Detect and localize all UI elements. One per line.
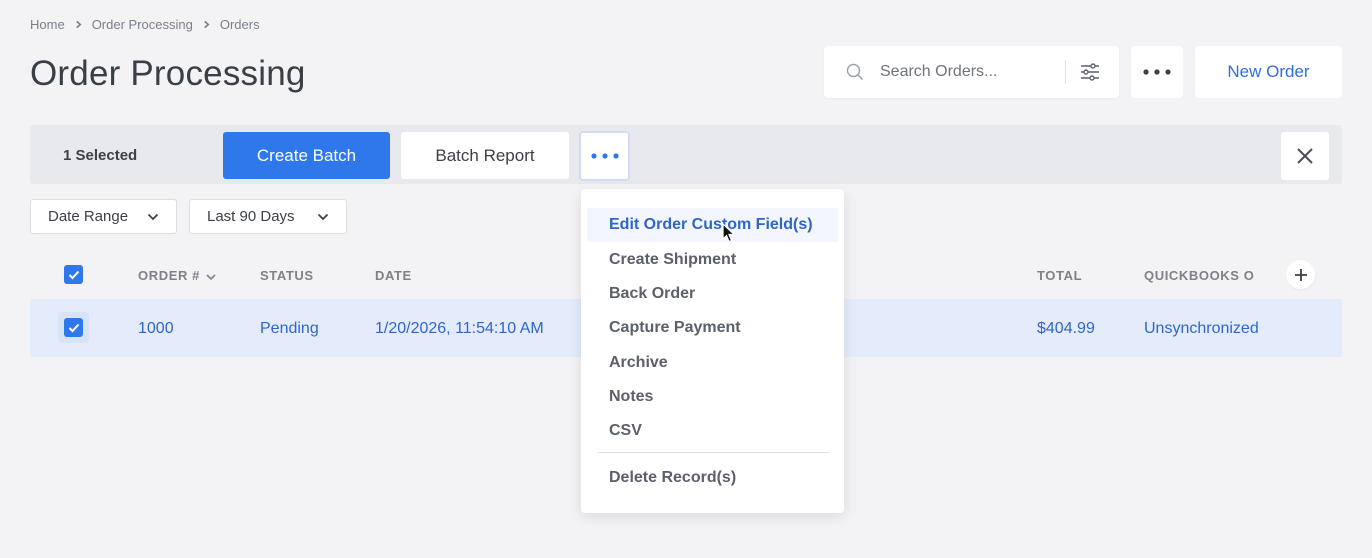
menu-item-edit-custom-fields[interactable]: Edit Order Custom Field(s) [609, 216, 813, 234]
order-date: 1/20/2026, 11:54:10 AM [375, 320, 544, 337]
plus-icon [1294, 268, 1307, 281]
create-batch-button[interactable]: Create Batch [223, 132, 390, 179]
chevron-down-icon [206, 273, 216, 280]
selection-more-button[interactable] [579, 131, 630, 181]
add-column-button[interactable] [1286, 260, 1315, 289]
column-header-status[interactable]: STATUS [260, 268, 314, 283]
check-icon [68, 323, 79, 332]
menu-item-archive[interactable]: Archive [609, 354, 668, 372]
menu-item-notes[interactable]: Notes [609, 388, 653, 406]
new-order-button[interactable]: New Order [1195, 46, 1342, 98]
clear-selection-button[interactable] [1281, 132, 1329, 180]
breadcrumb-orders[interactable]: Orders [220, 17, 260, 32]
selection-bar: 1 Selected Create Batch Batch Report [30, 125, 1342, 184]
more-actions-button[interactable] [1131, 46, 1183, 98]
search-input[interactable] [880, 60, 1060, 84]
column-header-quickbooks[interactable]: QUICKBOOKS O [1144, 268, 1254, 283]
page-title: Order Processing [30, 54, 306, 93]
date-range-label: Date Range [48, 208, 129, 225]
breadcrumb-home[interactable]: Home [30, 17, 65, 32]
period-label: Last 90 Days [207, 208, 295, 225]
search-divider [1065, 60, 1066, 84]
column-header-date[interactable]: DATE [375, 268, 412, 283]
mouse-cursor-icon [722, 223, 736, 243]
check-icon [68, 270, 79, 279]
menu-item-create-shipment[interactable]: Create Shipment [609, 251, 736, 269]
chevron-right-icon [202, 20, 211, 29]
chevron-right-icon [74, 20, 83, 29]
row-checkbox[interactable] [64, 318, 83, 337]
breadcrumb-order-processing[interactable]: Order Processing [92, 17, 193, 32]
order-number-link[interactable]: 1000 [138, 320, 174, 338]
filter-settings-button[interactable] [1076, 58, 1104, 86]
menu-divider [598, 452, 829, 453]
chevron-down-icon [317, 213, 329, 221]
search-box [824, 46, 1119, 98]
menu-item-delete-records[interactable]: Delete Record(s) [609, 469, 736, 487]
column-header-order-label: ORDER # [138, 268, 200, 283]
order-total: $404.99 [1037, 320, 1095, 337]
more-horizontal-icon [590, 153, 619, 159]
select-all-checkbox[interactable] [64, 265, 83, 284]
date-range-dropdown[interactable]: Date Range [30, 199, 177, 234]
menu-item-csv[interactable]: CSV [609, 422, 642, 440]
column-header-total[interactable]: TOTAL [1037, 268, 1082, 283]
batch-actions-menu: Edit Order Custom Field(s) Create Shipme… [581, 189, 844, 513]
order-processing-page: Home Order Processing Orders Order Proce… [0, 0, 1372, 558]
chevron-down-icon [147, 213, 159, 221]
selected-count: 1 Selected [63, 147, 138, 164]
menu-item-capture-payment[interactable]: Capture Payment [609, 319, 741, 337]
column-header-order[interactable]: ORDER # [138, 268, 216, 283]
last-90-days-dropdown[interactable]: Last 90 Days [189, 199, 347, 234]
order-status: Pending [260, 320, 319, 337]
menu-item-back-order[interactable]: Back Order [609, 285, 695, 303]
breadcrumb: Home Order Processing Orders [30, 17, 260, 32]
search-icon [846, 63, 863, 80]
sliders-icon [1081, 63, 1099, 81]
quickbooks-status: Unsynchronized [1144, 320, 1259, 337]
batch-report-button[interactable]: Batch Report [401, 132, 569, 179]
close-icon [1297, 148, 1313, 164]
more-horizontal-icon [1143, 69, 1171, 75]
